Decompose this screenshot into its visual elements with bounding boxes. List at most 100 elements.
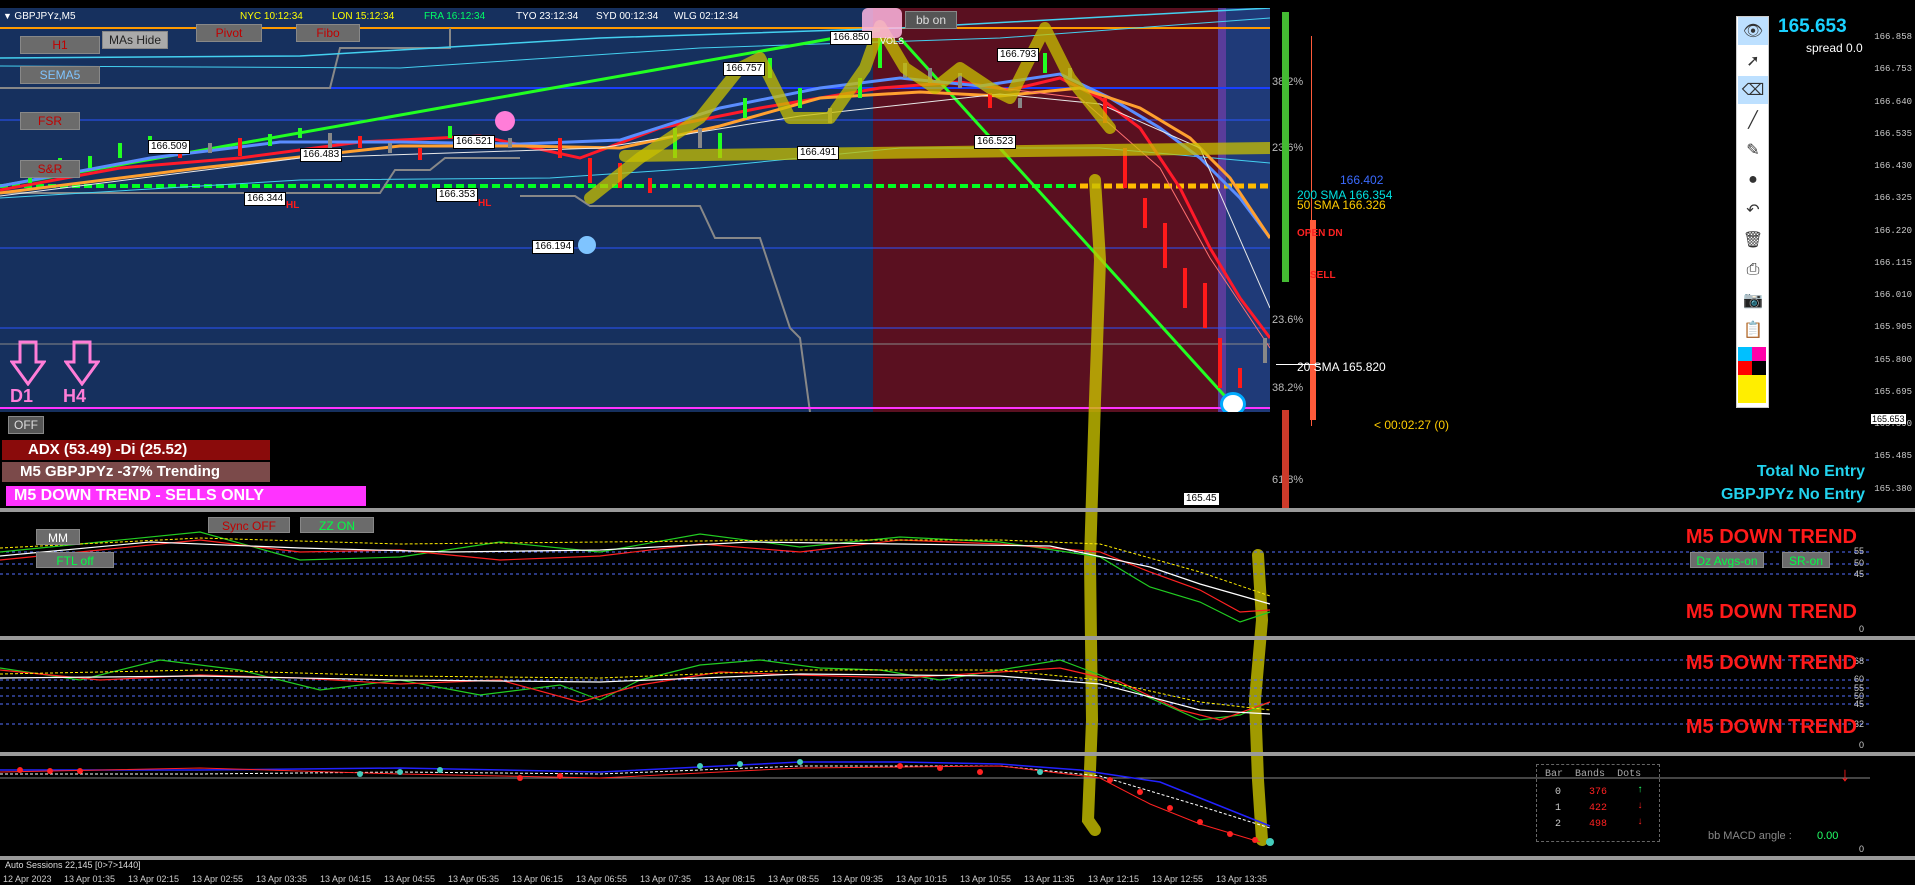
mm-button[interactable]: MM xyxy=(36,529,80,545)
color-swatch-red[interactable] xyxy=(1738,361,1752,375)
oscillator-pane-2[interactable]: 68 60 55 50 45 32 0 xyxy=(0,640,1870,752)
price-label: 166.850 xyxy=(830,31,873,45)
price-label: 166.344 xyxy=(244,192,287,206)
cursor-icon[interactable]: ➚ xyxy=(1738,47,1768,75)
up-arrow-icon: ↑ xyxy=(1637,785,1644,796)
time-tick: 13 Apr 08:15 xyxy=(704,874,756,884)
h1-button[interactable]: H1 xyxy=(20,36,100,54)
volume-bar-green xyxy=(1282,12,1289,282)
price-tick: 166.640 xyxy=(1874,97,1912,107)
table-row: 422 xyxy=(1589,803,1608,814)
table-row: 0 xyxy=(1555,787,1562,798)
current-price: 165.653 xyxy=(1778,16,1847,37)
session-tyo: TYO 23:12:34 xyxy=(516,11,579,22)
main-chart[interactable] xyxy=(0,8,1270,412)
table-row: 498 xyxy=(1589,819,1608,830)
macd-pane[interactable]: 0 ↓ Bar Bands Dots 0 376 ↑ 1 422 ↓ 2 498… xyxy=(0,756,1870,856)
color-swatch-cyan[interactable] xyxy=(1738,347,1752,361)
pane-separator[interactable] xyxy=(0,856,1915,860)
price-drawing xyxy=(0,8,1270,412)
eye-icon[interactable]: 👁 xyxy=(1738,17,1768,45)
price-label: 166.757 xyxy=(723,62,766,76)
macd-angle-label: bb MACD angle : xyxy=(1708,830,1792,842)
camera-icon[interactable]: 📷 xyxy=(1738,286,1768,314)
down-arrow-icon: ↓ xyxy=(1637,801,1644,812)
down-arrow-icon xyxy=(64,340,100,386)
time-tick: 13 Apr 05:35 xyxy=(448,874,500,884)
color-swatch-magenta[interactable] xyxy=(1752,347,1766,361)
eraser-icon[interactable]: ⌫ xyxy=(1738,76,1768,104)
time-tick: 13 Apr 03:35 xyxy=(256,874,308,884)
time-tick: 13 Apr 13:35 xyxy=(1216,874,1268,884)
hl-label: HL xyxy=(286,200,300,211)
time-tick: 13 Apr 12:55 xyxy=(1152,874,1204,884)
price-tick: 166.858 xyxy=(1874,32,1912,42)
pane-tick: 0 xyxy=(1858,624,1864,634)
clipboard-icon[interactable]: 📋 xyxy=(1738,316,1768,344)
fsr-button[interactable]: FSR xyxy=(20,112,80,130)
menu-icon[interactable]: ▼ xyxy=(3,11,14,21)
open-dn-label: OPEN DN xyxy=(1297,228,1343,239)
time-tick: 13 Apr 06:15 xyxy=(512,874,564,884)
volume-bar-lower xyxy=(1282,410,1289,510)
dot-icon[interactable]: ● xyxy=(1738,166,1768,194)
zz-on-button[interactable]: ZZ ON xyxy=(300,517,374,533)
price-label: 166.194 xyxy=(532,240,575,254)
sr-on-button[interactable]: SR-on xyxy=(1782,552,1830,568)
symbol-label: ▼ GBPJPYz,M5 xyxy=(3,11,76,22)
sell-label: SELL xyxy=(1310,270,1336,281)
sr-button[interactable]: S&R xyxy=(20,160,80,178)
sync-off-button[interactable]: Sync OFF xyxy=(208,517,290,533)
time-tick: 13 Apr 12:15 xyxy=(1088,874,1140,884)
undo-icon[interactable]: ↶ xyxy=(1738,196,1768,224)
price-tick: 165.485 xyxy=(1874,451,1912,461)
table-header: Bar Bands Dots xyxy=(1545,769,1642,780)
ftl-off-button[interactable]: FTL off xyxy=(36,552,114,568)
current-price-marker: 165.653 xyxy=(1871,414,1906,424)
price-tick: 165.380 xyxy=(1874,484,1912,494)
color-swatch-yellow[interactable] xyxy=(1738,375,1766,403)
time-tick: 13 Apr 10:55 xyxy=(960,874,1012,884)
trash-icon[interactable]: 🗑 xyxy=(1738,226,1768,254)
price-tick: 165.905 xyxy=(1874,322,1912,332)
time-tick: 13 Apr 04:55 xyxy=(384,874,436,884)
trend-label: M5 DOWN TREND xyxy=(1685,652,1857,674)
price-label: 166.509 xyxy=(148,140,191,154)
print-icon[interactable]: ⎙ xyxy=(1738,256,1768,284)
session-wlg: WLG 02:12:34 xyxy=(674,11,739,22)
total-no-entry: Total No Entry xyxy=(1756,463,1865,480)
tf-label-h4: H4 xyxy=(63,386,87,406)
dz-avgs-on-button[interactable]: Dz Avgs-on xyxy=(1690,552,1764,568)
table-row: 376 xyxy=(1589,787,1608,798)
pane-tick: 0 xyxy=(1858,844,1864,854)
adx-panel: ADX (53.49) -Di (25.52) xyxy=(2,440,270,460)
session-fra: FRA 16:12:34 xyxy=(424,11,486,22)
off-button[interactable]: OFF xyxy=(8,416,44,434)
bands-table: Bar Bands Dots 0 376 ↑ 1 422 ↓ 2 498 ↓ xyxy=(1536,764,1660,842)
price-tick: 165.695 xyxy=(1874,387,1912,397)
marker-icon[interactable]: ✎ xyxy=(1738,136,1768,164)
line-icon[interactable]: ╱ xyxy=(1738,106,1768,134)
hl-label: HL xyxy=(478,198,492,209)
session-syd: SYD 00:12:34 xyxy=(596,11,659,22)
fibo-button[interactable]: Fibo xyxy=(296,24,360,42)
mas-hide-button[interactable]: MAs Hide xyxy=(102,31,168,49)
macd-angle-value: 0.00 xyxy=(1817,830,1839,842)
pane-tick: 0 xyxy=(1858,740,1864,750)
bb-on-button[interactable]: bb on xyxy=(905,11,957,29)
price-tick: 166.220 xyxy=(1874,226,1912,236)
macd-down-arrow-icon: ↓ xyxy=(1840,764,1850,786)
pivot-marker xyxy=(495,111,515,131)
sema5-button[interactable]: SEMA5 xyxy=(20,66,100,84)
pane-tick: 45 xyxy=(1853,699,1864,709)
price-axis: 166.858 166.753 166.640 166.535 166.430 … xyxy=(1869,10,1915,510)
vols-label: VOLS xyxy=(880,36,905,46)
symbol-no-entry: GBPJPYz No Entry xyxy=(1720,486,1865,503)
time-axis: 12 Apr 2023 13 Apr 01:35 13 Apr 02:15 13… xyxy=(0,872,1870,885)
oscillator-pane-1[interactable]: MM FTL off Sync OFF ZZ ON Dz Avgs-on SR-… xyxy=(0,512,1870,636)
time-tick: 13 Apr 09:35 xyxy=(832,874,884,884)
pane-tick: 50 xyxy=(1853,558,1864,568)
spread-label: spread 0.0 xyxy=(1806,41,1863,55)
pivot-button[interactable]: Pivot xyxy=(196,24,262,42)
color-swatch-black[interactable] xyxy=(1752,361,1766,375)
